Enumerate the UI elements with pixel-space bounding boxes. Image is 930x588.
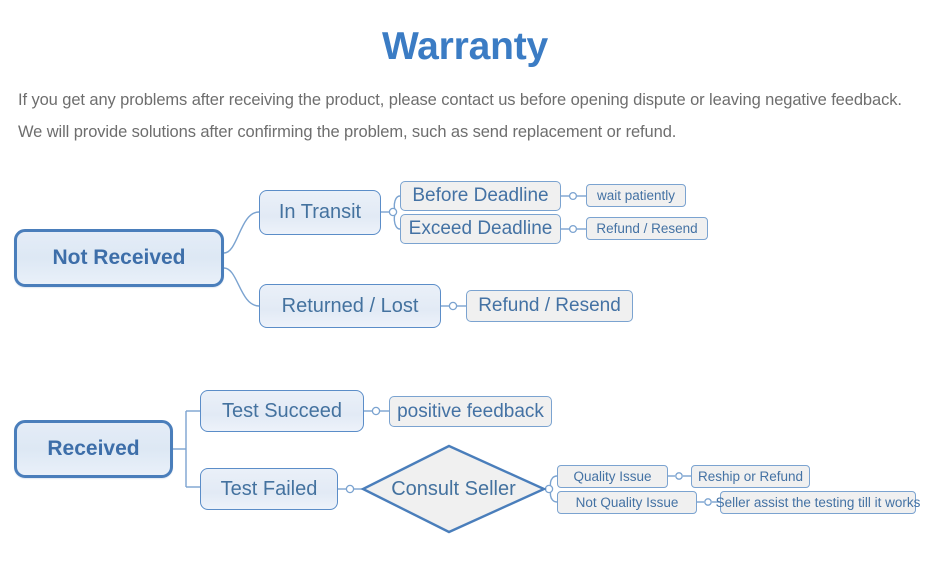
node-returned-lost[interactable]: Returned / Lost bbox=[259, 284, 441, 328]
junction-dot-quality bbox=[675, 472, 683, 480]
node-consult-seller-label: Consult Seller bbox=[391, 477, 516, 500]
node-quality-issue[interactable]: Quality Issue bbox=[557, 465, 668, 488]
node-in-transit[interactable]: In Transit bbox=[259, 190, 381, 235]
edge-consult-quality bbox=[549, 475, 558, 490]
node-before-deadline-label: Before Deadline bbox=[412, 185, 549, 206]
node-positive-feedback[interactable]: positive feedback bbox=[389, 396, 552, 427]
node-received[interactable]: Received bbox=[14, 420, 173, 478]
edge-consult-notquality bbox=[549, 488, 558, 503]
edge-notreceived-intransit bbox=[223, 211, 260, 254]
node-seller-assist-label: Seller assist the testing till it works bbox=[715, 495, 921, 510]
junction-dot-testfailed bbox=[345, 484, 355, 494]
node-not-quality-issue[interactable]: Not Quality Issue bbox=[557, 491, 697, 514]
node-test-failed-label: Test Failed bbox=[220, 477, 318, 500]
node-test-succeed[interactable]: Test Succeed bbox=[200, 390, 364, 432]
junction-dot-testsucceed bbox=[371, 406, 381, 416]
node-seller-assist[interactable]: Seller assist the testing till it works bbox=[716, 491, 920, 514]
node-returned-lost-label: Returned / Lost bbox=[281, 294, 419, 317]
node-not-received[interactable]: Not Received bbox=[14, 229, 224, 287]
junction-dot-notquality bbox=[704, 498, 712, 506]
node-exceed-deadline-label: Exceed Deadline bbox=[408, 218, 553, 239]
node-reship-or-refund-label: Reship or Refund bbox=[697, 469, 804, 484]
node-not-quality-issue-label: Not Quality Issue bbox=[575, 495, 679, 510]
node-positive-feedback-label: positive feedback bbox=[397, 400, 544, 422]
node-test-succeed-label: Test Succeed bbox=[221, 399, 343, 422]
node-in-transit-label: In Transit bbox=[278, 201, 362, 223]
node-received-label: Received bbox=[47, 437, 140, 460]
node-refund-resend-exceed[interactable]: Refund / Resend bbox=[586, 217, 708, 240]
node-wait-patiently[interactable]: wait patiently bbox=[586, 184, 686, 207]
junction-dot-exceed bbox=[568, 224, 578, 234]
node-reship-or-refund[interactable]: Reship or Refund bbox=[691, 465, 810, 488]
node-not-received-label: Not Received bbox=[52, 246, 186, 269]
node-refund-resend-returned[interactable]: Refund / Resend bbox=[466, 290, 633, 322]
node-consult-seller[interactable]: Consult Seller bbox=[363, 446, 544, 532]
node-exceed-deadline[interactable]: Exceed Deadline bbox=[400, 214, 561, 244]
junction-dot-intransit bbox=[388, 207, 398, 217]
node-test-failed[interactable]: Test Failed bbox=[200, 468, 338, 510]
node-refund-resend-returned-label: Refund / Resend bbox=[478, 295, 621, 316]
junction-dot-returnedlost bbox=[448, 301, 458, 311]
junction-dot-before bbox=[568, 191, 578, 201]
node-refund-resend-exceed-label: Refund / Resend bbox=[596, 221, 698, 236]
warranty-flow-diagram: Not Received In Transit Before Deadline … bbox=[0, 0, 930, 588]
node-wait-patiently-label: wait patiently bbox=[596, 188, 676, 203]
node-quality-issue-label: Quality Issue bbox=[573, 469, 652, 484]
edge-notreceived-returnedlost bbox=[223, 267, 260, 307]
junction-dot-consult bbox=[544, 484, 554, 494]
node-before-deadline[interactable]: Before Deadline bbox=[400, 181, 561, 211]
